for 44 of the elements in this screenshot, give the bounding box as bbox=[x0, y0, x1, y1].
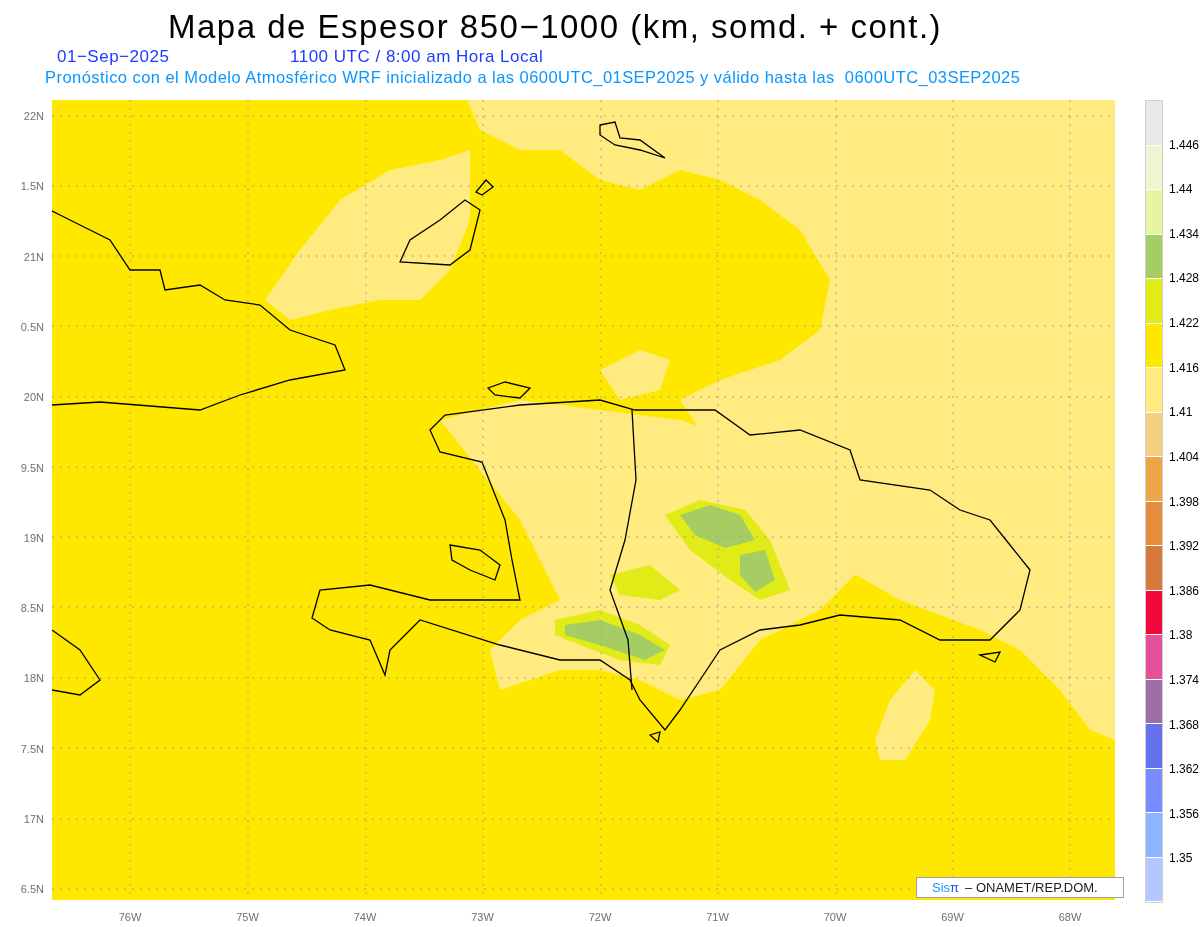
latitude-label: 20N bbox=[23, 391, 44, 404]
colorbar-label: 1.374 bbox=[1169, 672, 1200, 687]
longitude-label: 75W bbox=[235, 910, 260, 925]
longitude-label: 69W bbox=[940, 910, 965, 925]
colorbar-label: 1.362 bbox=[1169, 762, 1200, 777]
latitude-label: 9.5N bbox=[20, 461, 44, 474]
latitude-label: 0.5N bbox=[20, 320, 44, 333]
map-title: Mapa de Espesor 850−1000 (km, somd. + cont.) bbox=[168, 7, 943, 47]
colorbar-label: 1.368 bbox=[1169, 717, 1200, 732]
latitude-label: 1.5N bbox=[20, 180, 44, 193]
colorbar-label: 1.404 bbox=[1169, 449, 1200, 464]
colorbar-label: 1.446 bbox=[1169, 137, 1200, 152]
brand-logo: Sisπ bbox=[932, 878, 960, 897]
forecast-subtitle: Pronóstico con el Modelo Atmosférico WRF inicializado a las 0600UTC_01SEP2025 y válido hasta las 0600UTC_03SEP2025 bbox=[45, 67, 1021, 88]
longitude-label: 71W bbox=[705, 910, 730, 925]
latitude-label: 22N bbox=[23, 110, 44, 122]
latitude-label: 8.5N bbox=[20, 602, 44, 615]
latitude-label: 21N bbox=[23, 250, 44, 263]
credit-text: – ONAMET/REP.DOM. bbox=[965, 878, 1098, 897]
colorbar-label: 1.428 bbox=[1169, 271, 1200, 286]
colorbar-label: 1.44 bbox=[1169, 182, 1193, 197]
longitude-label: 72W bbox=[587, 910, 613, 925]
longitude-label: 68W bbox=[1057, 910, 1083, 925]
colorbar-label: 1.356 bbox=[1169, 806, 1200, 821]
colorbar-label: 1.422 bbox=[1169, 316, 1200, 331]
colorbar-label: 1.434 bbox=[1169, 226, 1200, 241]
colorbar-label: 1.386 bbox=[1169, 583, 1200, 598]
colorbar-label: 1.35 bbox=[1169, 851, 1193, 866]
time-label: 1100 UTC / 8:00 am Hora Local bbox=[290, 46, 544, 68]
latitude-label: 7.5N bbox=[20, 742, 44, 755]
colorbar-label: 1.398 bbox=[1169, 494, 1200, 509]
latitude-label: 6.5N bbox=[20, 883, 44, 896]
longitude-label: 76W bbox=[117, 910, 143, 925]
colorbar-label: 1.38 bbox=[1169, 628, 1193, 643]
colorbar-label: 1.392 bbox=[1169, 539, 1200, 554]
longitude-label: 73W bbox=[470, 910, 495, 925]
colorbar-label: 1.41 bbox=[1169, 405, 1193, 420]
colorbar-label: 1.416 bbox=[1169, 360, 1200, 375]
latitude-label: 17N bbox=[23, 813, 44, 825]
latitude-label: 18N bbox=[23, 672, 44, 685]
longitude-label: 70W bbox=[822, 910, 848, 925]
latitude-label: 19N bbox=[23, 531, 44, 544]
date-label: 01−Sep−2025 bbox=[57, 46, 170, 68]
longitude-label: 74W bbox=[352, 910, 378, 925]
